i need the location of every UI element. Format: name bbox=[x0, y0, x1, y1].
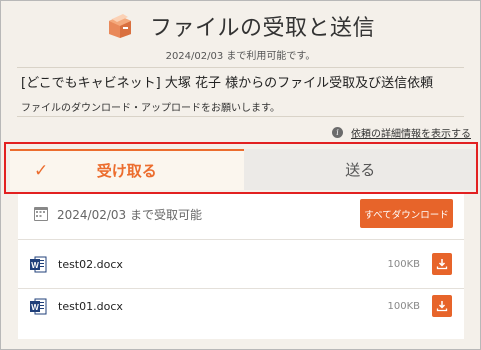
calendar-icon bbox=[34, 207, 48, 221]
check-icon: ✓ bbox=[34, 161, 49, 181]
download-icon bbox=[436, 301, 448, 312]
file-row: W test02.docx 100KB bbox=[18, 244, 464, 284]
file-row: W test01.docx 100KB bbox=[18, 286, 464, 326]
file-size: 100KB bbox=[387, 300, 420, 312]
info-icon: i bbox=[332, 127, 343, 138]
tab-send[interactable]: 送る bbox=[243, 149, 477, 190]
availability-text: 2024/02/03 まで利用可能です。 bbox=[165, 51, 316, 62]
word-doc-icon: W bbox=[30, 256, 47, 273]
request-description: ファイルのダウンロード・アップロードをお願いします。 bbox=[21, 103, 280, 114]
file-name: test01.docx bbox=[58, 299, 123, 313]
panel-divider bbox=[18, 239, 464, 240]
file-size: 100KB bbox=[387, 258, 420, 270]
tab-send-label: 送る bbox=[345, 161, 376, 179]
word-doc-icon: W bbox=[30, 298, 47, 315]
file-box-icon bbox=[106, 12, 134, 40]
request-title: [どこでもキャビネット] 大塚 花子 様からのファイル受取及び送信依頼 bbox=[21, 76, 434, 91]
page-title: ファイルの受取と送信 bbox=[149, 16, 375, 41]
file-download-button[interactable] bbox=[432, 295, 452, 317]
request-divider bbox=[17, 116, 464, 117]
download-all-button[interactable]: すべてダウンロード bbox=[360, 199, 453, 228]
header-divider bbox=[17, 67, 464, 68]
file-name: test02.docx bbox=[58, 257, 123, 271]
tab-bar: ✓ 受け取る 送る bbox=[10, 149, 477, 190]
page-header: ファイルの受取と送信 2024/02/03 まで利用可能です。 bbox=[1, 1, 480, 69]
receive-panel: 2024/02/03 まで受取可能 すべてダウンロード W test02.doc… bbox=[18, 194, 464, 339]
tab-receive[interactable]: ✓ 受け取る bbox=[10, 149, 244, 190]
tab-receive-label: 受け取る bbox=[96, 162, 157, 180]
request-detail-link-text[interactable]: 依頼の詳細情報を表示する bbox=[351, 125, 471, 140]
receive-available-until: 2024/02/03 まで受取可能 bbox=[57, 207, 202, 222]
receive-availability-row: 2024/02/03 まで受取可能 すべてダウンロード bbox=[18, 194, 464, 234]
file-download-button[interactable] bbox=[432, 253, 452, 275]
download-icon bbox=[436, 259, 448, 270]
svg-text:W: W bbox=[31, 303, 39, 312]
header-title-row: ファイルの受取と送信 bbox=[1, 10, 480, 42]
request-detail-link[interactable]: i 依頼の詳細情報を表示する bbox=[332, 125, 471, 140]
svg-text:W: W bbox=[31, 261, 39, 270]
